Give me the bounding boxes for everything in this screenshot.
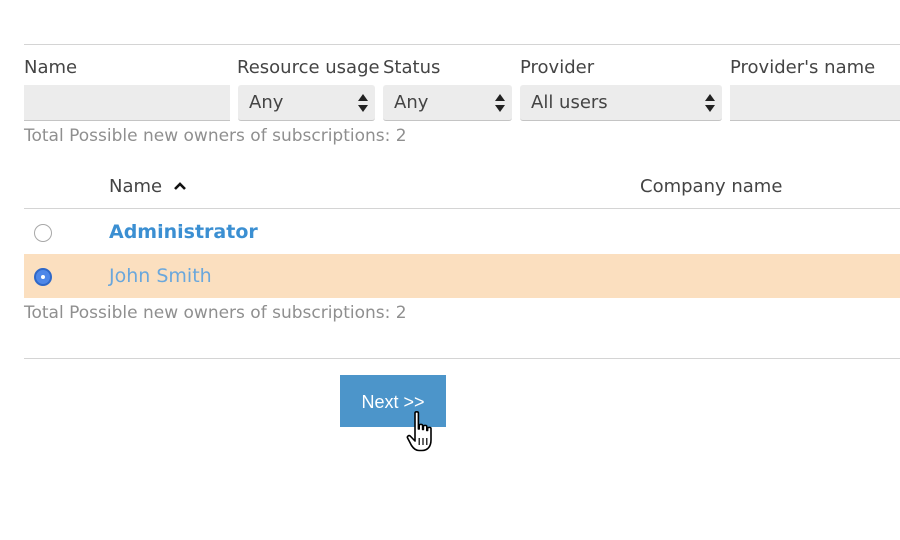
total-count-top: Total Possible new owners of subscriptio… (24, 126, 407, 146)
row-radio-button[interactable] (34, 224, 52, 242)
filter-providers-name-label: Provider's name (730, 57, 876, 78)
providers-name-filter-input[interactable] (730, 85, 900, 121)
row-radio-button-checked[interactable] (34, 268, 52, 286)
status-select[interactable]: Any (383, 85, 512, 121)
table-row-selected[interactable]: John Smith (24, 254, 900, 298)
filter-provider-label: Provider (520, 57, 595, 78)
top-divider (24, 44, 900, 45)
filter-status-label: Status (383, 57, 441, 78)
resource-usage-select[interactable]: Any (238, 85, 375, 121)
table-header-divider (24, 208, 900, 209)
user-name-link[interactable]: Administrator (109, 221, 258, 243)
provider-select[interactable]: All users (520, 85, 722, 121)
name-filter-input[interactable] (24, 85, 230, 121)
status-select-value: Any (394, 92, 429, 113)
user-name-link[interactable]: John Smith (109, 265, 212, 287)
caret-up-icon (173, 181, 186, 190)
filter-resource-usage-label: Resource usage (237, 57, 380, 78)
column-header-company[interactable]: Company name (640, 176, 782, 197)
total-count-bottom: Total Possible new owners of subscriptio… (24, 303, 407, 323)
provider-select-value: All users (531, 92, 608, 113)
filter-name-label: Name (24, 57, 78, 78)
hand-pointer-cursor-icon (406, 411, 432, 452)
table-row[interactable]: Administrator (24, 210, 900, 254)
resource-usage-select-value: Any (249, 92, 284, 113)
select-arrows-icon (495, 94, 505, 112)
column-header-name[interactable]: Name (109, 176, 186, 197)
bottom-divider (24, 358, 900, 359)
column-header-name-label: Name (109, 176, 163, 197)
select-arrows-icon (705, 94, 715, 112)
select-arrows-icon (358, 94, 368, 112)
